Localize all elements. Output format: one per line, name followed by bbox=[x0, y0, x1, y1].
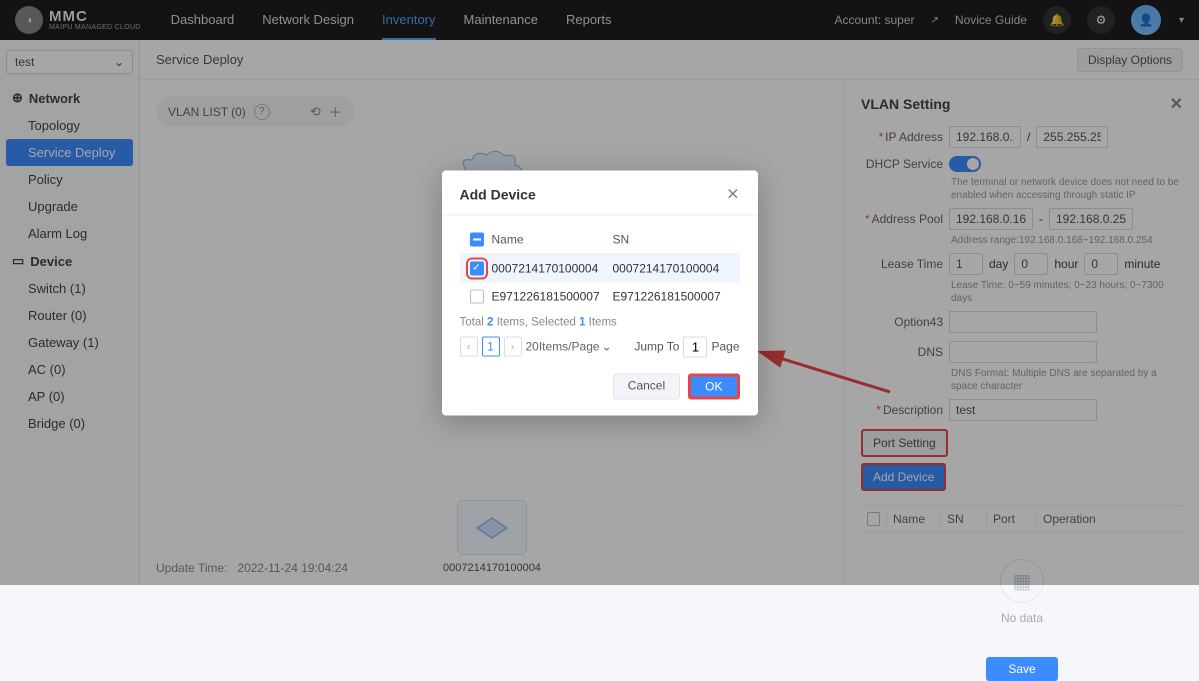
pager-jump-label: Jump To bbox=[634, 340, 679, 354]
modal-row-sn: E971226181500007 bbox=[613, 289, 734, 303]
modal-title: Add Device bbox=[460, 186, 536, 202]
chevron-down-icon: ⌄ bbox=[602, 340, 612, 354]
modal-table-header: Name SN bbox=[460, 225, 740, 254]
modal-summary: Total 2 Items, Selected 1 Items bbox=[460, 316, 740, 328]
cancel-button[interactable]: Cancel bbox=[613, 373, 680, 399]
ok-button[interactable]: OK bbox=[688, 373, 739, 399]
modal-col-name: Name bbox=[488, 232, 613, 246]
pager-next[interactable]: › bbox=[504, 337, 522, 357]
modal-row-checkbox[interactable] bbox=[470, 289, 484, 303]
modal-col-sn: SN bbox=[613, 232, 734, 246]
pager-page-label: Page bbox=[711, 340, 739, 354]
modal-row-checkbox[interactable]: ✓ bbox=[470, 261, 484, 275]
save-button[interactable]: Save bbox=[986, 657, 1057, 681]
modal-select-all-checkbox[interactable] bbox=[470, 232, 484, 246]
add-device-modal: Add Device ✕ Name SN ✓ 0007214170100004 … bbox=[442, 170, 758, 415]
pager-prev[interactable]: ‹ bbox=[460, 337, 478, 357]
pager-current: 1 bbox=[482, 337, 500, 357]
modal-close-icon[interactable]: ✕ bbox=[726, 184, 739, 204]
modal-row-sn: 0007214170100004 bbox=[613, 261, 734, 275]
modal-row[interactable]: ✓ 0007214170100004 0007214170100004 bbox=[460, 254, 740, 282]
pager-jump-input[interactable] bbox=[683, 336, 707, 357]
modal-row-name: 0007214170100004 bbox=[488, 261, 613, 275]
modal-pager: ‹ 1 › 20Items/Page⌄ Jump To Page bbox=[460, 336, 740, 357]
no-data-text: No data bbox=[861, 611, 1183, 625]
pager-size[interactable]: 20Items/Page⌄ bbox=[526, 340, 612, 354]
modal-row-name: E971226181500007 bbox=[488, 289, 613, 303]
modal-row[interactable]: E971226181500007 E971226181500007 bbox=[460, 282, 740, 310]
